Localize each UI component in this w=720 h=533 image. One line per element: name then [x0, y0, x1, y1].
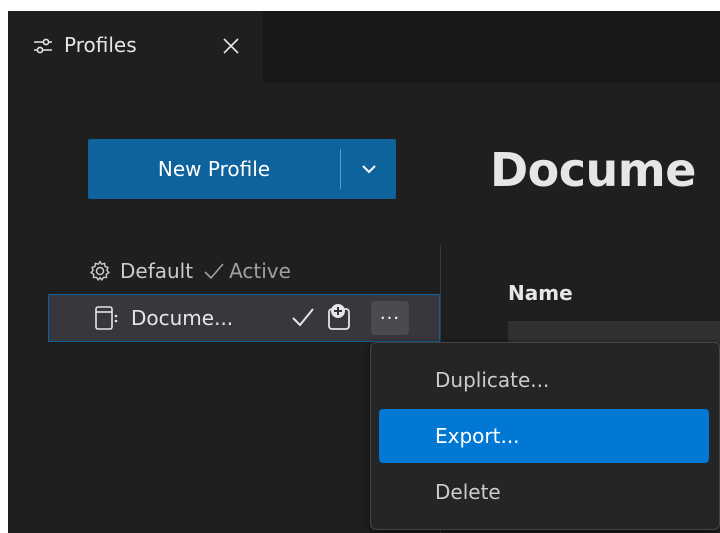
check-icon — [204, 263, 224, 280]
menu-item-duplicate-label: Duplicate... — [435, 368, 550, 392]
name-field-label: Name — [508, 281, 573, 305]
menu-item-export-label: Export... — [435, 424, 520, 448]
set-active-check-icon[interactable] — [291, 306, 315, 328]
more-actions-label: ··· — [379, 307, 401, 329]
settings-sliders-icon — [34, 38, 52, 54]
page-title: Docume — [490, 143, 696, 197]
context-menu: Duplicate... Export... Delete — [370, 342, 720, 530]
close-icon[interactable] — [220, 35, 242, 57]
menu-item-delete[interactable]: Delete — [379, 465, 709, 519]
new-profile-button-group: New Profile — [88, 139, 396, 199]
profile-default-label: Default — [120, 259, 194, 283]
menu-item-export[interactable]: Export... — [379, 409, 709, 463]
tab-profiles[interactable]: Profiles — [8, 11, 263, 83]
menu-item-duplicate[interactable]: Duplicate... — [379, 353, 709, 407]
profile-item-document[interactable]: Docume... ··· — [48, 294, 440, 342]
more-actions-button[interactable]: ··· — [371, 301, 409, 335]
gear-icon — [90, 260, 110, 281]
new-profile-dropdown-button[interactable] — [341, 139, 396, 199]
active-status-label: Active — [229, 259, 291, 283]
chevron-down-icon — [361, 165, 376, 174]
new-profile-button[interactable]: New Profile — [88, 139, 340, 199]
menu-item-delete-label: Delete — [435, 480, 501, 504]
profile-item-default[interactable]: Default Active — [88, 255, 291, 287]
tab-bar: Profiles — [8, 11, 720, 83]
new-window-icon[interactable] — [326, 303, 356, 331]
active-status: Active — [203, 259, 291, 283]
document-profile-icon — [95, 306, 118, 330]
profiles-editor: Profiles New Profile Docume Default Acti… — [8, 11, 720, 533]
profile-document-label: Docume... — [131, 306, 234, 330]
tab-profiles-label: Profiles — [64, 33, 137, 57]
